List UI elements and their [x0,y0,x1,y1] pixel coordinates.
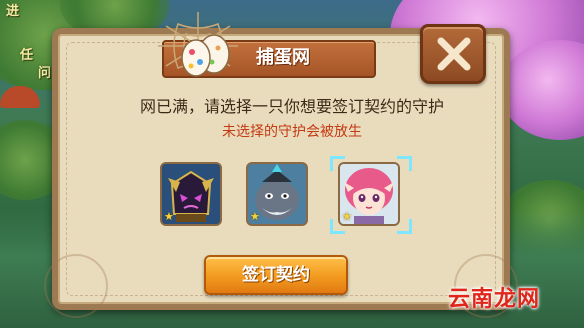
bg-quest-text-3: 问 [38,66,52,81]
close-icon [437,37,471,71]
star-rating: ★ [250,210,260,223]
dialog-warning: 未选择的守护会被放生 [222,124,362,140]
guardian-slot-1[interactable]: ★ [160,162,222,226]
selection-highlight [330,156,412,234]
star-rating: ★ [164,210,174,223]
sign-contract-button[interactable]: 签订契约 [204,255,348,295]
corner-decor-bottom-left [44,254,108,318]
egg-net-icon [152,6,244,84]
dialog-title: 捕蛋网 [256,47,310,68]
site-watermark: 云南龙网 [448,287,541,312]
close-button[interactable] [420,24,486,84]
guardian-slot-2[interactable]: ★ [246,162,308,226]
bg-quest-text-2: 任 [20,48,34,63]
dialog-message: 网已满，请选择一只你想要签订契约的守护 [139,97,444,116]
bg-quest-text-1: 进 [6,4,20,19]
